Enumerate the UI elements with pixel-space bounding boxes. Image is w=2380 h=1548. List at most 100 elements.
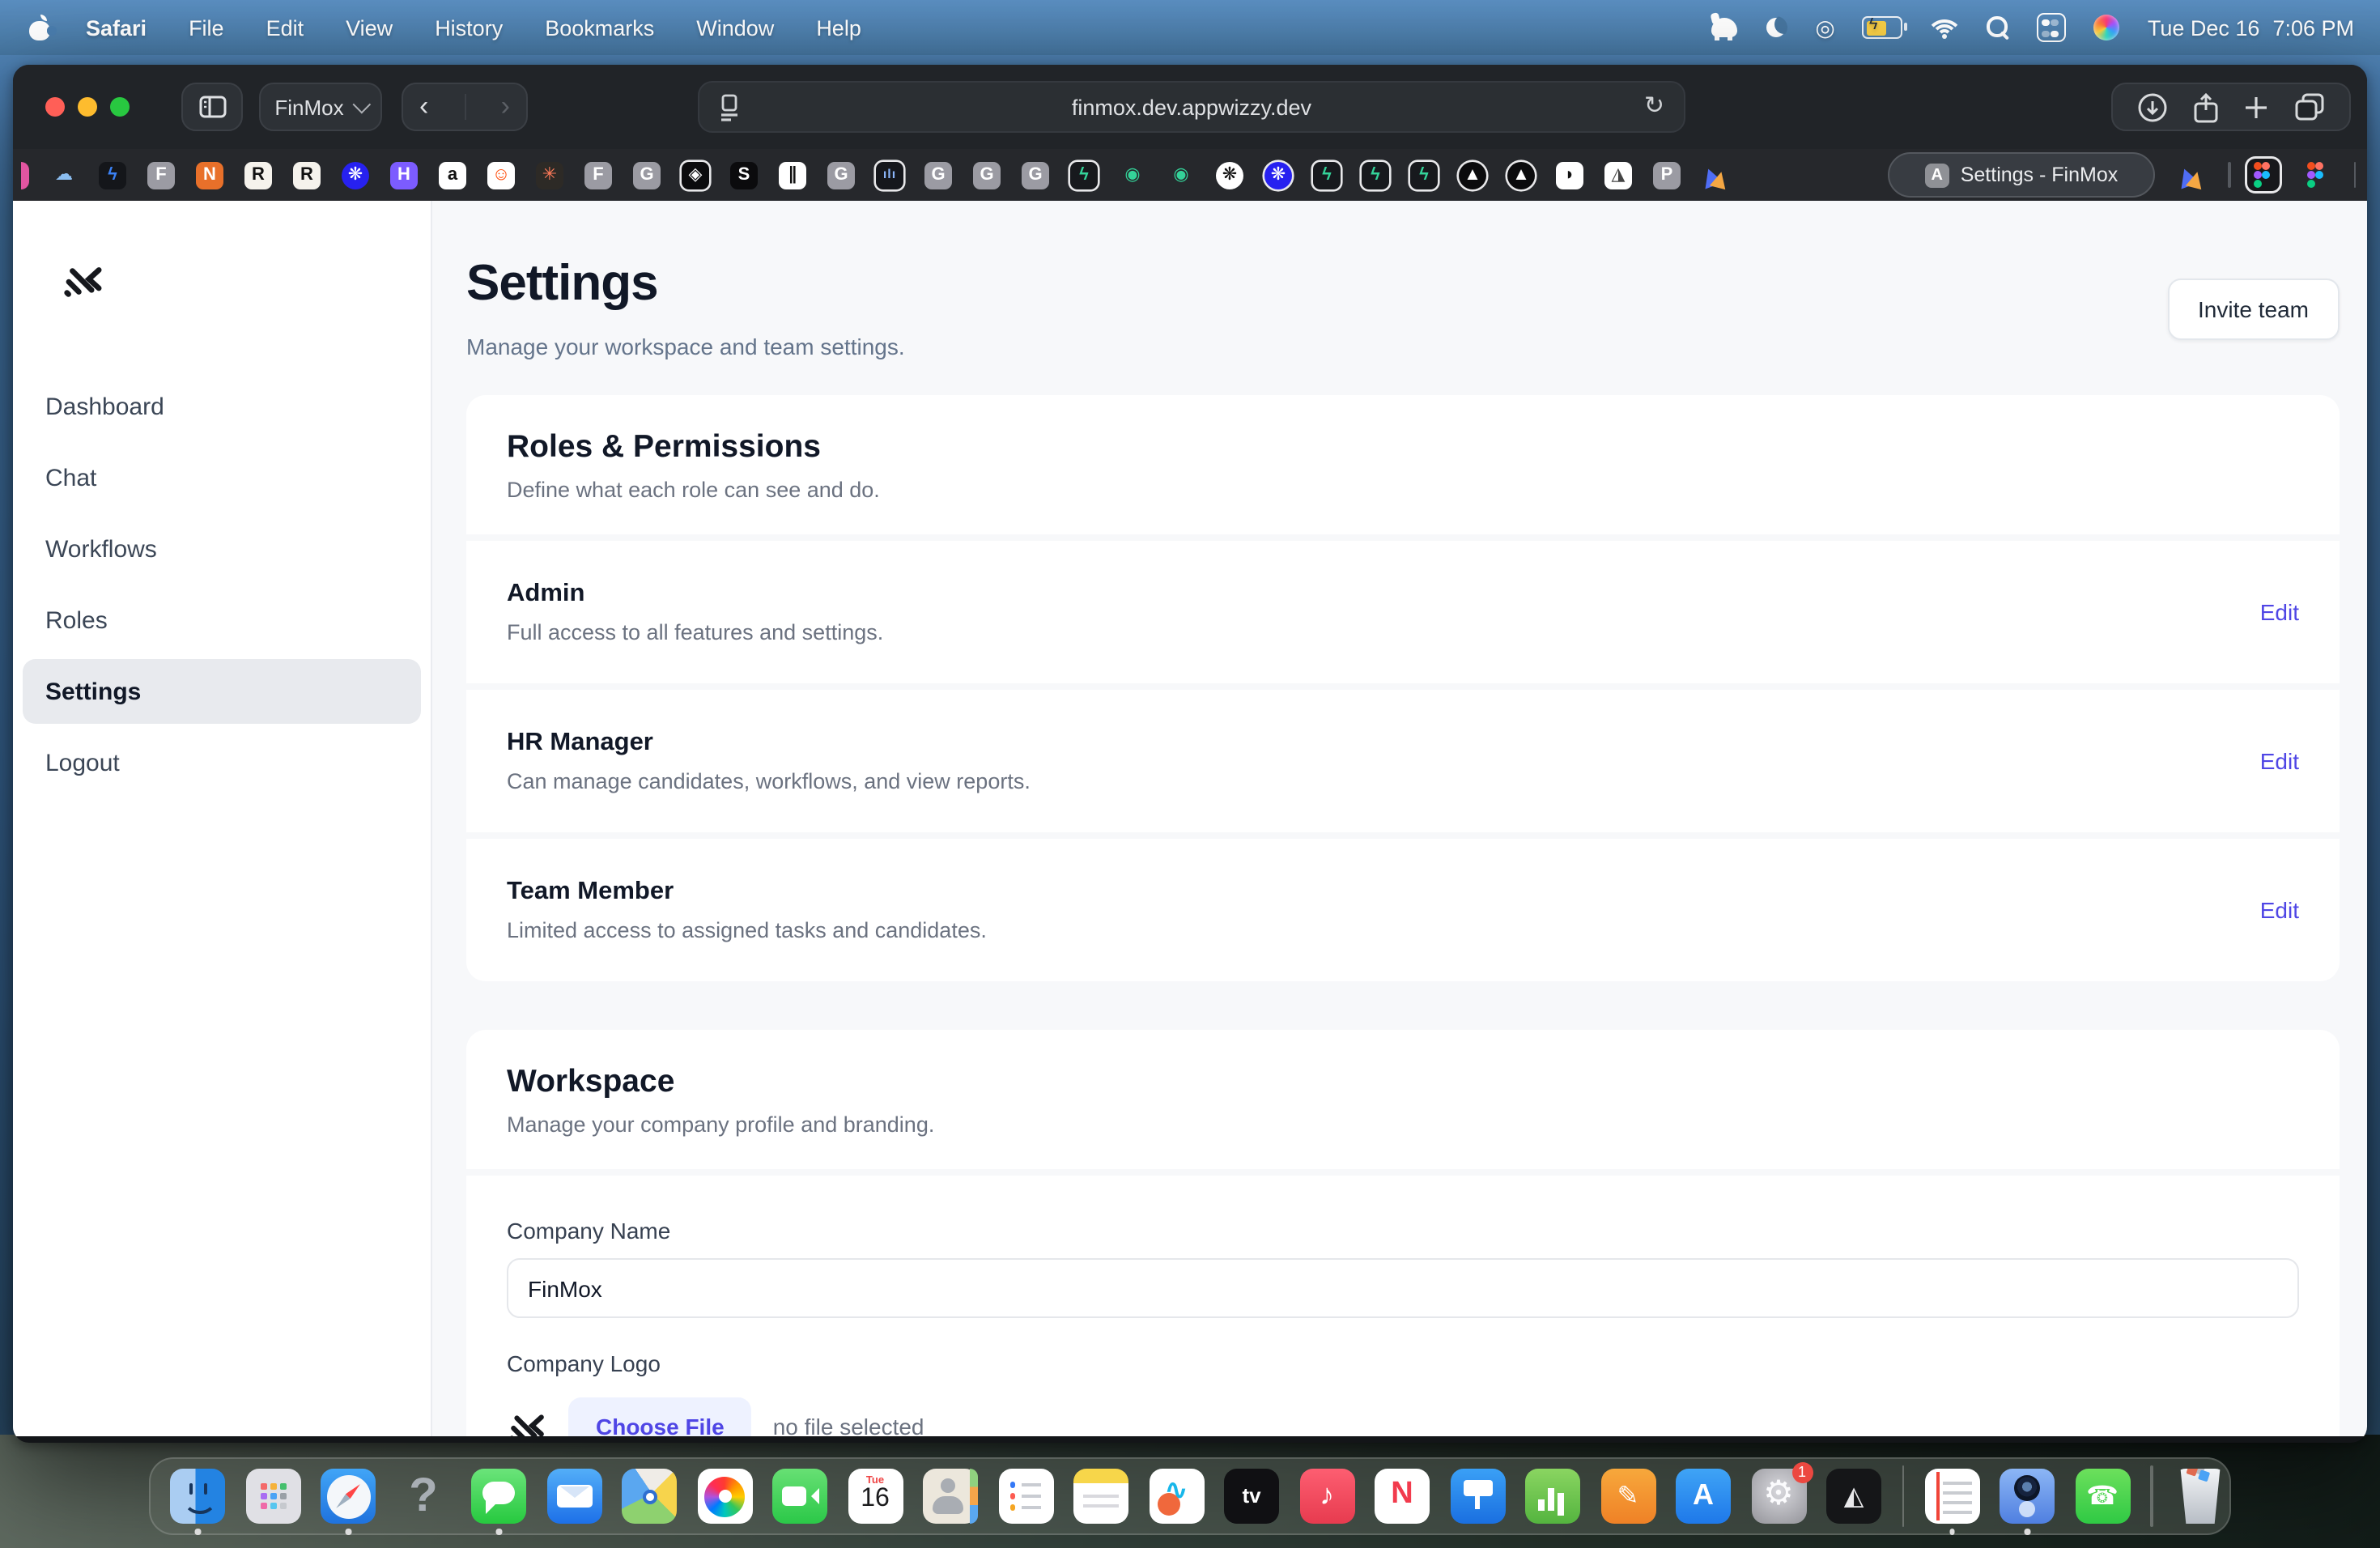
tab-overview-icon[interactable] bbox=[2294, 92, 2325, 121]
menu-safari[interactable]: Safari bbox=[65, 15, 168, 40]
dock-item-calendar[interactable]: Tue16 bbox=[848, 1469, 903, 1524]
sidebar-toggle-button[interactable] bbox=[181, 83, 243, 131]
bookmark-favicon-letter-r[interactable]: R bbox=[244, 161, 272, 189]
dock-item-appstore[interactable] bbox=[1676, 1469, 1731, 1524]
sidebar-item-settings[interactable]: Settings bbox=[23, 659, 421, 724]
bookmark-favicon-bolt-green[interactable]: ϟ bbox=[1313, 161, 1341, 189]
dock-item-numbers[interactable] bbox=[1525, 1469, 1580, 1524]
company-name-input[interactable] bbox=[507, 1258, 2299, 1318]
menu-edit[interactable]: Edit bbox=[245, 15, 325, 40]
dock-item-messages[interactable] bbox=[471, 1469, 526, 1524]
menu-bar-clock[interactable]: Tue Dec 16 7:06 PM bbox=[2148, 15, 2354, 40]
figma-app-extension-icon[interactable] bbox=[2246, 159, 2279, 191]
bookmark-favicon-spiral-green[interactable]: ◉ bbox=[1119, 161, 1146, 189]
bookmark-favicon-openai-knot-blue[interactable]: ❋ bbox=[1264, 161, 1292, 189]
menu-window[interactable]: Window bbox=[675, 15, 795, 40]
menu-file[interactable]: File bbox=[168, 15, 245, 40]
bookmark-favicon-pause[interactable]: ∥ bbox=[779, 161, 806, 189]
sidebar-item-roles[interactable]: Roles bbox=[23, 588, 421, 653]
reload-icon[interactable]: ↻ bbox=[1644, 91, 1664, 120]
bookmark-favicon-bolt-green[interactable]: ϟ bbox=[1410, 161, 1438, 189]
menu-bookmarks[interactable]: Bookmarks bbox=[524, 15, 675, 40]
dock-item-help[interactable] bbox=[396, 1469, 451, 1524]
bookmark-favicon-letter-r[interactable]: R bbox=[293, 161, 321, 189]
active-tab[interactable]: A Settings - FinMox bbox=[1888, 152, 2155, 198]
dock-item-news[interactable] bbox=[1375, 1469, 1430, 1524]
invite-team-button[interactable]: Invite team bbox=[2167, 279, 2340, 340]
sidebar-item-logout[interactable]: Logout bbox=[23, 730, 421, 795]
battery-icon[interactable]: ϟ bbox=[1863, 16, 1903, 39]
dock-item-photos[interactable] bbox=[697, 1469, 752, 1524]
bookmark-favicon-letter-h[interactable]: H bbox=[390, 161, 418, 189]
control-center-icon[interactable] bbox=[2038, 13, 2067, 42]
dock-item-appletv[interactable]: tv bbox=[1224, 1469, 1279, 1524]
bookmark-favicon-letter-f[interactable]: F bbox=[584, 161, 612, 189]
edit-role-link[interactable]: Edit bbox=[2260, 599, 2299, 625]
back-button[interactable]: ‹ bbox=[419, 91, 428, 123]
dock-item-mail[interactable] bbox=[546, 1469, 601, 1524]
sidebar-item-chat[interactable]: Chat bbox=[23, 445, 421, 510]
bookmark-favicon-bolt-green[interactable]: ϟ bbox=[1070, 161, 1098, 189]
bookmark-favicon-letter-f[interactable]: F bbox=[147, 161, 175, 189]
dock-item-maps[interactable] bbox=[622, 1469, 677, 1524]
bookmark-favicon-amazon[interactable]: a bbox=[439, 161, 466, 189]
magic-wand-bookmark-icon[interactable] bbox=[1702, 161, 1731, 189]
bookmark-favicon-triangle-circle[interactable]: ▲ bbox=[1459, 161, 1486, 189]
bookmark-favicon-equalizer[interactable]: ılı bbox=[876, 161, 903, 189]
new-tab-icon[interactable] bbox=[2243, 93, 2271, 121]
bookmark-favicon-bolt-green[interactable]: ϟ bbox=[1362, 161, 1389, 189]
dock-item-camera[interactable] bbox=[2000, 1469, 2055, 1524]
dock-item-launchpad[interactable] bbox=[245, 1469, 300, 1524]
dock-item-reminders[interactable] bbox=[998, 1469, 1053, 1524]
dock-item-notes[interactable] bbox=[1073, 1469, 1128, 1524]
bookmark-favicon-hubspot[interactable]: ✳ bbox=[536, 161, 563, 189]
page-settings-icon[interactable] bbox=[719, 94, 740, 121]
bookmark-favicon-letter-g[interactable]: G bbox=[973, 161, 1001, 189]
address-bar[interactable]: finmox.dev.appwizzy.dev ↻ bbox=[698, 81, 1685, 133]
bookmark-favicon-diamond[interactable]: ◈ bbox=[682, 161, 709, 189]
dock-item-music[interactable] bbox=[1299, 1469, 1354, 1524]
menu-help[interactable]: Help bbox=[795, 15, 882, 40]
dock-item-finder[interactable] bbox=[170, 1469, 225, 1524]
bookmark-favicon-letter-p[interactable]: P bbox=[1653, 161, 1681, 189]
bookmark-favicon-letter-n[interactable]: N bbox=[196, 161, 223, 189]
forward-button[interactable]: › bbox=[501, 91, 510, 123]
wifi-icon[interactable] bbox=[1931, 17, 1960, 38]
dock-item-contacts[interactable] bbox=[923, 1469, 978, 1524]
share-icon[interactable] bbox=[2191, 91, 2219, 122]
dock-item-prism[interactable] bbox=[1826, 1469, 1881, 1524]
edit-role-link[interactable]: Edit bbox=[2260, 897, 2299, 923]
menubar-app-icon[interactable] bbox=[1711, 18, 1737, 37]
bookmark-favicon-letter-g[interactable]: G bbox=[924, 161, 952, 189]
apple-menu-icon[interactable] bbox=[29, 15, 52, 40]
magic-wand-extension-icon[interactable] bbox=[2178, 161, 2207, 189]
bookmark-favicon-spiral-green[interactable]: ◉ bbox=[1167, 161, 1195, 189]
spotlight-icon[interactable] bbox=[1987, 16, 2010, 39]
downloads-icon[interactable] bbox=[2137, 91, 2168, 122]
dock-item-settings[interactable]: 1 bbox=[1751, 1469, 1806, 1524]
bookmark-favicon-openai-knot[interactable]: ❋ bbox=[1216, 161, 1243, 189]
choose-file-button[interactable]: Choose File bbox=[568, 1397, 752, 1436]
menu-history[interactable]: History bbox=[414, 15, 524, 40]
bookmark-favicon-swoosh[interactable]: ◗ bbox=[1556, 161, 1583, 189]
bookmark-favicon-cloud[interactable]: ☁ bbox=[50, 161, 78, 189]
dock-item-trash[interactable] bbox=[2173, 1469, 2228, 1524]
dock-item-pages[interactable] bbox=[1600, 1469, 1655, 1524]
sidebar-item-dashboard[interactable]: Dashboard bbox=[23, 374, 421, 439]
focus-moon-icon[interactable] bbox=[1765, 16, 1787, 39]
dock-item-facetime[interactable] bbox=[772, 1469, 827, 1524]
figma-extension-icon[interactable] bbox=[2300, 159, 2332, 191]
tab-group-dropdown[interactable]: FinMox bbox=[259, 83, 382, 131]
bookmark-favicon-letter-s[interactable]: S bbox=[730, 161, 758, 189]
dock-item-keynote[interactable] bbox=[1450, 1469, 1505, 1524]
sidebar-item-workflows[interactable]: Workflows bbox=[23, 517, 421, 581]
bookmark-favicon-letter-g[interactable]: G bbox=[827, 161, 855, 189]
bookmark-favicon-letter-g[interactable]: G bbox=[633, 161, 661, 189]
bookmark-favicon-triangle-circle[interactable]: ▲ bbox=[1507, 161, 1535, 189]
close-window-button[interactable] bbox=[45, 97, 65, 117]
minimize-window-button[interactable] bbox=[78, 97, 97, 117]
bookmark-favicon-pink-partial[interactable] bbox=[21, 161, 29, 189]
bookmark-favicon-sailboat[interactable]: ◮ bbox=[1604, 161, 1632, 189]
bookmark-favicon-letter-g[interactable]: G bbox=[1022, 161, 1049, 189]
screen-mirroring-icon[interactable]: ◎ bbox=[1815, 16, 1834, 39]
